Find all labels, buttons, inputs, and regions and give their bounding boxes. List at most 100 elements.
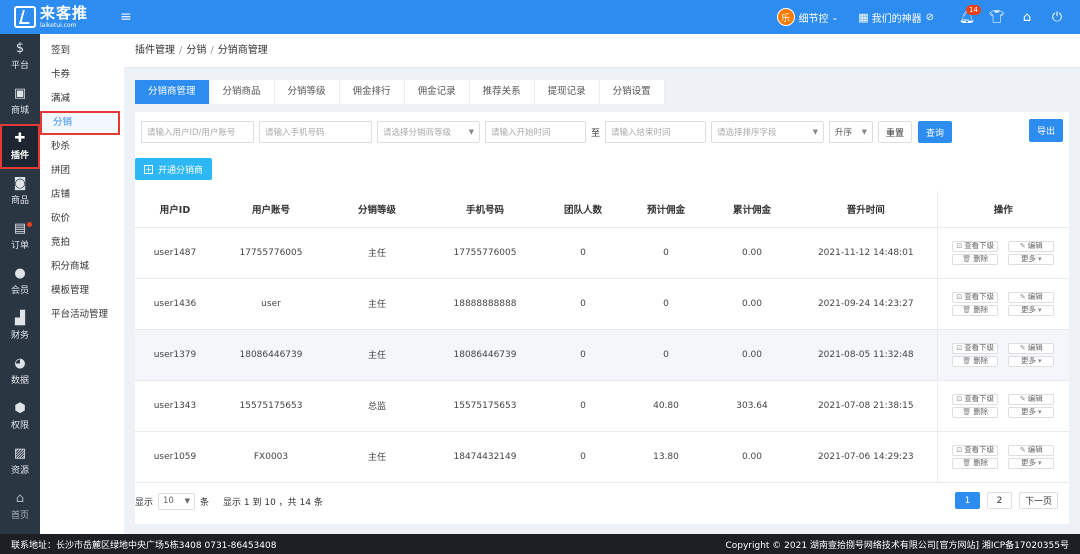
cell-total-commission: 0.00 xyxy=(709,227,795,279)
edit-button[interactable]: ✎ 编辑 xyxy=(1008,291,1055,303)
chevron-down-icon: ▾ xyxy=(1037,356,1042,365)
tab-commission-records[interactable]: 佣金记录 xyxy=(404,80,470,104)
edit-button[interactable]: ✎ 编辑 xyxy=(1008,240,1055,252)
view-subordinates-button[interactable]: ⊡ 查看下级 xyxy=(952,342,999,354)
tab-distribution-products[interactable]: 分销商品 xyxy=(209,80,275,104)
delete-button[interactable]: 🗑︎ 删除 xyxy=(952,406,999,418)
sidebar-item-platform[interactable]: $ 平台 xyxy=(0,34,40,79)
cell-expected-commission: 0 xyxy=(623,278,709,330)
delete-button[interactable]: 🗑︎ 删除 xyxy=(952,253,999,265)
home-icon: ⌂ xyxy=(15,491,25,506)
sidebar-item-permissions[interactable]: ⬢ 权限 xyxy=(0,394,40,439)
breadcrumb-item[interactable]: 插件管理 xyxy=(135,45,175,56)
sidebar-item-finance[interactable]: ▟ 财务 xyxy=(0,304,40,349)
page-button-1[interactable]: 1 xyxy=(954,492,980,509)
puzzle-icon: ✚ xyxy=(14,131,26,146)
edit-button[interactable]: ✎ 编辑 xyxy=(1008,444,1055,456)
edit-button[interactable]: ✎ 编辑 xyxy=(1008,393,1055,405)
page-button-2[interactable]: 2 xyxy=(986,492,1012,509)
tab-distribution-settings[interactable]: 分销设置 xyxy=(599,80,665,104)
sidebar-item-orders[interactable]: ▤ 订单 xyxy=(0,214,40,259)
sidebar-item-members[interactable]: ● 会员 xyxy=(0,259,40,304)
submenu-item-distribution[interactable]: 分销 xyxy=(40,111,120,135)
sidebar-item-plugins[interactable]: ✚ 插件 xyxy=(0,124,40,169)
delete-button[interactable]: 🗑︎ 删除 xyxy=(952,355,999,367)
reset-button[interactable]: 重置 xyxy=(878,121,913,143)
delete-label: 删除 xyxy=(973,407,989,417)
tab-distributor-management[interactable]: 分销商管理 xyxy=(135,80,210,104)
more-button[interactable]: 更多 ▾ xyxy=(1008,457,1055,469)
pie-chart-icon: ◕ xyxy=(14,356,26,371)
submenu-item-flash-sale[interactable]: 秒杀 xyxy=(40,135,124,159)
submenu-item-templates[interactable]: 模板管理 xyxy=(40,279,124,303)
cell-team-size: 0 xyxy=(543,227,623,279)
sidebar-item-products[interactable]: ◙ 商品 xyxy=(0,169,40,214)
logo[interactable]: 来客推 laiketui.com xyxy=(0,0,124,34)
submenu-item-stores[interactable]: 店铺 xyxy=(40,183,124,207)
level-select[interactable]: 请选择分销商等级 ▼ xyxy=(377,121,480,143)
view-subordinates-button[interactable]: ⊡ 查看下级 xyxy=(952,444,999,456)
breadcrumb-item[interactable]: 分销 xyxy=(186,45,206,56)
cell-user-id: user1343 xyxy=(135,380,215,432)
start-date-input[interactable]: 请输入开始时间 xyxy=(485,121,586,143)
cell-promotion-time: 2021-11-12 14:48:01 xyxy=(795,227,937,279)
sidebar-item-mall[interactable]: ▣ 商城 xyxy=(0,79,40,124)
bell-icon[interactable]: 🔔︎ 14 xyxy=(952,4,982,25)
submenu-item-bargain[interactable]: 砍价 xyxy=(40,207,124,231)
cell-actions: ⊡ 查看下级 ✎ 编辑 🗑︎ 删除 更多 ▾ xyxy=(936,278,1069,330)
submenu-item-auction[interactable]: 竞拍 xyxy=(40,231,124,255)
shirt-icon[interactable]: 👕︎ xyxy=(982,10,1012,25)
end-date-input[interactable]: 请输入结束时间 xyxy=(605,121,707,143)
edit-button[interactable]: ✎ 编辑 xyxy=(1008,342,1055,354)
delete-button[interactable]: 🗑︎ 删除 xyxy=(952,457,999,469)
edit-label: 编辑 xyxy=(1027,445,1043,455)
cell-level: 总监 xyxy=(327,380,427,432)
tab-commission-ranking[interactable]: 佣金排行 xyxy=(339,80,405,104)
export-button[interactable]: 导出 xyxy=(1029,119,1063,142)
footer: 联系地址：长沙市岳麓区绿地中央广场5栋3408 0731-86453408 Co… xyxy=(0,534,1080,554)
delete-button[interactable]: 🗑︎ 删除 xyxy=(952,304,999,316)
page-size-value: 10 xyxy=(163,496,174,506)
sort-field-select[interactable]: 请选择排序字段 ▼ xyxy=(711,121,825,143)
breadcrumb-current: 分销商管理 xyxy=(217,45,268,56)
view-subordinates-button[interactable]: ⊡ 查看下级 xyxy=(952,291,999,303)
submenu-item-discount[interactable]: 满减 xyxy=(40,87,124,111)
filter-bar: 请输入用户ID/用户账号 请输入手机号码 请选择分销商等级 ▼ 请输入开始时间 至… xyxy=(141,120,1067,144)
tab-referral-relations[interactable]: 推荐关系 xyxy=(469,80,535,104)
trash-icon: 🗑︎ xyxy=(962,407,972,416)
sort-order-select[interactable]: 升序 ▼ xyxy=(829,121,874,143)
sidebar-item-data[interactable]: ◕ 数据 xyxy=(0,349,40,394)
tab-distribution-levels[interactable]: 分销等级 xyxy=(274,80,340,104)
cell-team-size: 0 xyxy=(543,380,623,432)
sidebar-item-resources[interactable]: ▨ 资源 xyxy=(0,439,40,484)
view-subordinates-button[interactable]: ⊡ 查看下级 xyxy=(952,240,999,252)
more-button[interactable]: 更多 ▾ xyxy=(1008,355,1055,367)
page-size-select[interactable]: 10 ▼ xyxy=(158,492,196,510)
submenu-item-checkin[interactable]: 签到 xyxy=(40,39,124,63)
edit-icon: ✎ xyxy=(1019,292,1026,301)
submenu-item-group-buy[interactable]: 拼团 xyxy=(40,159,124,183)
col-promotion-time: 晋升时间 xyxy=(795,191,937,228)
power-icon[interactable]: ⏻ xyxy=(1042,10,1072,25)
submenu-item-coupons[interactable]: 卡券 xyxy=(40,63,124,87)
sidebar-item-home[interactable]: ⌂ 首页 xyxy=(0,484,40,529)
helper-link[interactable]: ▦ 我们的神器 ⊘ xyxy=(858,10,934,25)
phone-input[interactable]: 请输入手机号码 xyxy=(259,121,372,143)
range-separator: 至 xyxy=(591,128,601,139)
col-user-id: 用户ID xyxy=(135,191,215,228)
more-button[interactable]: 更多 ▾ xyxy=(1008,406,1055,418)
next-page-button[interactable]: 下一页 xyxy=(1018,492,1058,509)
menu-toggle-icon[interactable]: ≡ xyxy=(120,9,132,25)
home-icon[interactable]: ⌂ xyxy=(1012,10,1042,25)
submenu-item-points-mall[interactable]: 积分商城 xyxy=(40,255,124,279)
user-search-input[interactable]: 请输入用户ID/用户账号 xyxy=(141,121,254,143)
query-button[interactable]: 查询 xyxy=(918,121,953,143)
more-button[interactable]: 更多 ▾ xyxy=(1008,253,1055,265)
more-button[interactable]: 更多 ▾ xyxy=(1008,304,1055,316)
view-subordinates-button[interactable]: ⊡ 查看下级 xyxy=(952,393,999,405)
user-menu[interactable]: 乐 细节控 ⌄ xyxy=(776,8,838,26)
submenu-item-platform-activities[interactable]: 平台活动管理 xyxy=(40,303,124,327)
open-distributor-button[interactable]: + 开通分销商 xyxy=(135,158,213,180)
tab-withdrawal-records[interactable]: 提现记录 xyxy=(534,80,600,104)
footer-address: 联系地址：长沙市岳麓区绿地中央广场5栋3408 0731-86453408 xyxy=(11,540,277,551)
